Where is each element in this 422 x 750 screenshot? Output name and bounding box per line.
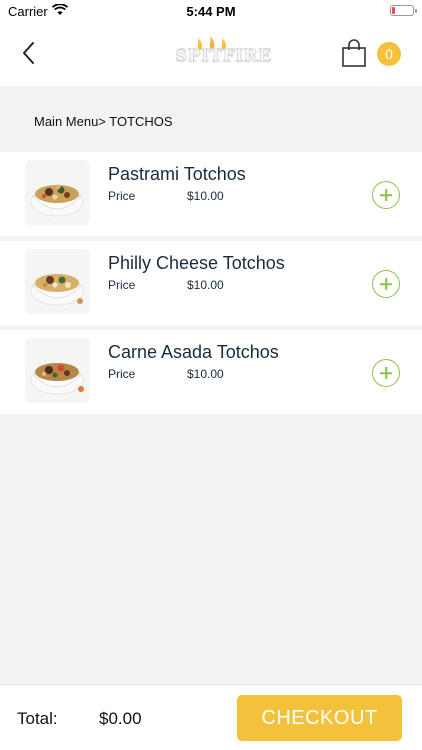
list-item[interactable]: Carne Asada Totchos Price $10.00 <box>0 330 422 414</box>
food-thumbnail <box>25 160 90 225</box>
list-item[interactable]: Philly Cheese Totchos Price $10.00 <box>0 241 422 325</box>
bowl-image <box>30 363 84 395</box>
price-value: $10.00 <box>187 278 224 292</box>
add-to-cart-button[interactable] <box>372 359 400 387</box>
status-time: 5:44 PM <box>186 4 236 19</box>
item-name: Carne Asada Totchos <box>108 342 279 362</box>
add-to-cart-button[interactable] <box>372 181 400 209</box>
logo-text: SPITFIRE <box>175 46 272 67</box>
food-thumbnail <box>25 249 90 314</box>
food-thumbnail <box>25 338 90 403</box>
back-chevron-icon[interactable] <box>18 38 42 68</box>
status-bar: Carrier 5:44 PM <box>0 0 422 22</box>
price-label: Price <box>108 278 136 292</box>
checkout-footer: Total: $0.00 CHECKOUT <box>0 684 422 750</box>
total-value: $0.00 <box>99 709 142 728</box>
checkout-button[interactable]: CHECKOUT <box>237 695 402 741</box>
price-label: Price <box>108 189 136 203</box>
breadcrumb: Main Menu> TOTCHOS <box>34 114 173 129</box>
item-name: Philly Cheese Totchos <box>108 253 285 273</box>
item-name: Pastrami Totchos <box>108 164 246 184</box>
price-value: $10.00 <box>187 367 224 381</box>
bowl-image <box>30 184 84 217</box>
shopping-bag-icon[interactable] <box>340 38 368 68</box>
menu-item-list: Pastrami Totchos Price $10.00 Philly Che… <box>0 152 422 419</box>
price-label: Price <box>108 367 136 381</box>
total-label: Total: <box>17 709 58 728</box>
battery-icon <box>390 5 417 16</box>
list-item[interactable]: Pastrami Totchos Price $10.00 <box>0 152 422 236</box>
add-to-cart-button[interactable] <box>372 270 400 298</box>
bowl-image <box>30 274 84 306</box>
price-value: $10.00 <box>187 189 224 203</box>
brand-logo: SPITFIRE <box>175 36 272 70</box>
nav-bar: SPITFIRE 0 <box>0 22 422 86</box>
cart-count-badge[interactable]: 0 <box>377 42 401 66</box>
